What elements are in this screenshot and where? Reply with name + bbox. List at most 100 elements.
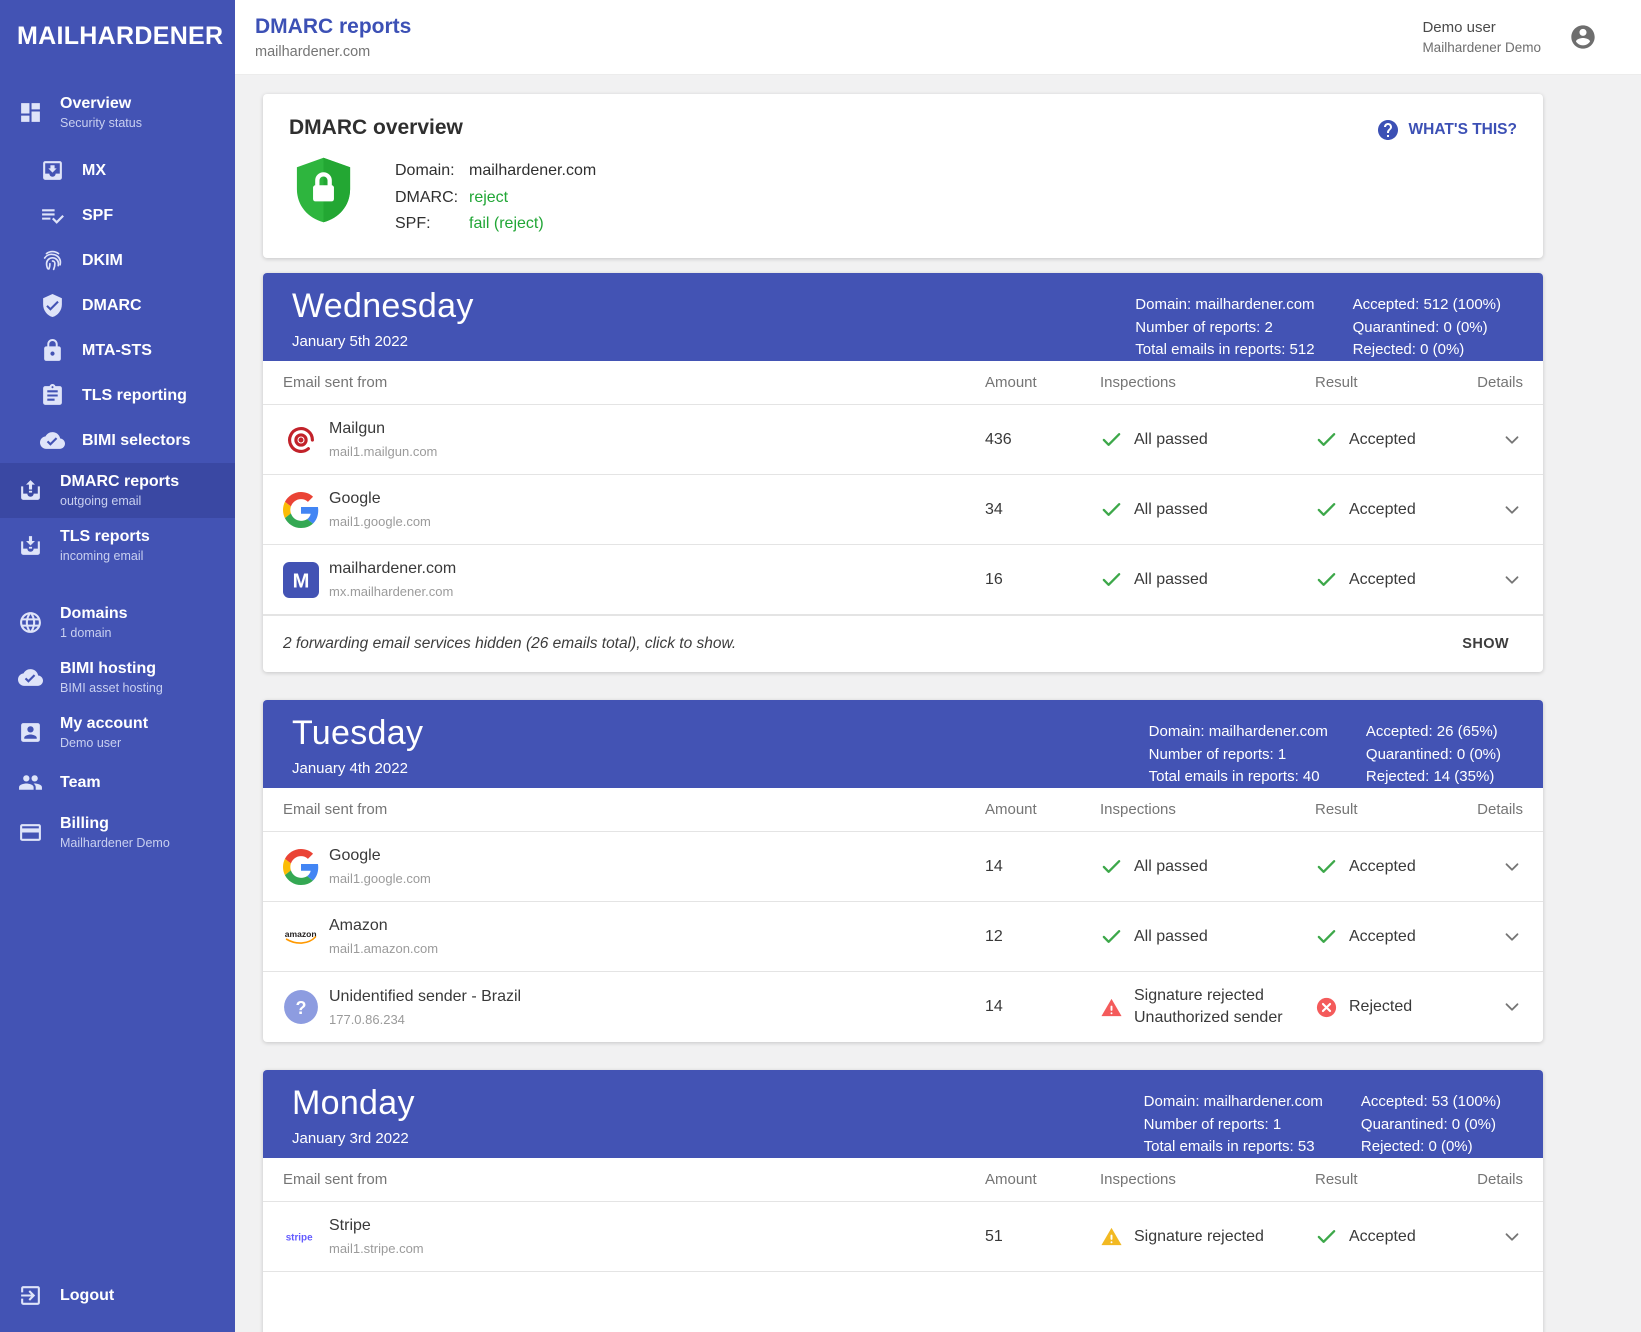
svg-text:amazon: amazon — [285, 929, 317, 939]
chevron-down-icon[interactable] — [1501, 996, 1523, 1018]
sidebar-item-tls-reports[interactable]: TLS reportsincoming email — [0, 518, 235, 573]
sidebar-item-overview[interactable]: OverviewSecurity status — [0, 85, 235, 140]
check-green-icon — [1315, 1225, 1338, 1248]
column-header-inspections: Inspections — [1100, 801, 1315, 818]
sidebar-item-label: TLS reports — [60, 528, 150, 546]
hidden-services-row[interactable]: 2 forwarding email services hidden (26 e… — [263, 615, 1543, 672]
sender-name: Stripe — [329, 1217, 424, 1235]
sidebar-item-labels: MTA-STS — [82, 342, 152, 360]
sidebar-item-team[interactable]: Team — [0, 760, 235, 805]
chevron-down-icon[interactable] — [1501, 926, 1523, 948]
inspection-line: All passed — [1134, 926, 1208, 948]
svg-text:?: ? — [296, 998, 307, 1018]
sender-text: Googlemail1.google.com — [329, 490, 431, 529]
sidebar-item-sublabel: Demo user — [60, 736, 148, 750]
inspections-cell: All passed — [1100, 498, 1315, 521]
day-date: January 5th 2022 — [292, 333, 474, 350]
sender-domain: mail1.stripe.com — [329, 1241, 424, 1256]
inspection-line: Signature rejected — [1134, 985, 1283, 1007]
sidebar-item-labels: BIMI hostingBIMI asset hosting — [60, 660, 163, 695]
inspection-text: All passed — [1134, 499, 1208, 521]
inspection-text: All passed — [1134, 926, 1208, 948]
check-green-icon — [1315, 855, 1338, 878]
inbox-arrow-icon — [40, 158, 65, 183]
day-result-quarantined: Quarantined: 0 (0%) — [1361, 1114, 1501, 1137]
sidebar-item-spf[interactable]: SPF — [0, 193, 235, 238]
sidebar-item-label: My account — [60, 715, 148, 733]
inspection-text: All passed — [1134, 569, 1208, 591]
day-stat-reports: Number of reports: 2 — [1135, 317, 1314, 340]
inspections-cell: All passed — [1100, 925, 1315, 948]
day-name: Monday — [292, 1084, 415, 1123]
chevron-down-icon[interactable] — [1501, 1226, 1523, 1248]
details-cell — [1475, 429, 1523, 451]
day-stat-reports: Number of reports: 1 — [1149, 744, 1328, 767]
result-cell: Accepted — [1315, 568, 1475, 591]
sidebar-item-mx[interactable]: MX — [0, 148, 235, 193]
chevron-down-icon[interactable] — [1501, 569, 1523, 591]
avatar-icon[interactable] — [1569, 23, 1597, 51]
sidebar-item-label: MX — [82, 162, 106, 180]
details-cell — [1475, 499, 1523, 521]
team-icon — [18, 770, 43, 795]
show-button[interactable]: SHOW — [1462, 636, 1509, 652]
sidebar-item-sublabel: Mailhardener Demo — [60, 836, 170, 850]
day-card-monday: MondayJanuary 3rd 2022 Domain: mailharden… — [263, 1070, 1543, 1332]
logout-icon — [18, 1283, 43, 1308]
sidebar-item-tls-reporting[interactable]: TLS reporting — [0, 373, 235, 418]
chevron-down-icon[interactable] — [1501, 856, 1523, 878]
sidebar-item-my-account[interactable]: My account Demo user — [0, 705, 235, 760]
amount-value: 14 — [985, 858, 1100, 876]
whats-this-link[interactable]: WHAT'S THIS? — [1376, 118, 1517, 142]
sidebar-item-domains[interactable]: Domains1 domain — [0, 595, 235, 650]
day-stat-domain: Domain: mailhardener.com — [1144, 1091, 1323, 1114]
sidebar-item-label: Overview — [60, 95, 142, 113]
sidebar-item-dmarc[interactable]: DMARC — [0, 283, 235, 328]
day-stats: Domain: mailhardener.comNumber of report… — [1144, 1084, 1501, 1158]
overview-field-row: SPF:fail (reject) — [395, 211, 596, 238]
sender-cell: amazon Amazonmail1.amazon.com — [283, 917, 985, 956]
day-stat-total: Total emails in reports: 53 — [1144, 1136, 1323, 1159]
day-card-wednesday: WednesdayJanuary 5th 2022Domain: mailhar… — [263, 273, 1543, 672]
day-stat-domain: Domain: mailhardener.com — [1149, 721, 1328, 744]
day-date: January 4th 2022 — [292, 760, 423, 777]
sender-text: Amazonmail1.amazon.com — [329, 917, 438, 956]
sidebar-item-dkim[interactable]: DKIM — [0, 238, 235, 283]
sender-domain: mail1.mailgun.com — [329, 444, 437, 459]
table-header-row: Email sent fromAmountInspectionsResultDe… — [263, 1158, 1543, 1202]
details-cell — [1475, 569, 1523, 591]
sender-name: Unidentified sender - Brazil — [329, 988, 521, 1006]
table-row: amazonAmazonmail1.amazon.com12All passed… — [263, 902, 1543, 972]
result-text: Accepted — [1349, 858, 1416, 876]
day-stats: Domain: mailhardener.comNumber of report… — [1135, 287, 1501, 361]
sender-domain: mx.mailhardener.com — [329, 584, 456, 599]
sidebar-item-labels: DKIM — [82, 252, 123, 270]
details-cell — [1475, 1226, 1523, 1248]
chevron-down-icon[interactable] — [1501, 499, 1523, 521]
overview-field-row: Domain:mailhardener.com — [395, 158, 596, 185]
logout-label: Logout — [60, 1287, 114, 1305]
sender-domain: mail1.amazon.com — [329, 941, 438, 956]
sidebar-item-logout[interactable]: Logout — [0, 1273, 235, 1318]
page-heading: DMARC reports mailhardener.com — [255, 15, 411, 60]
column-header-details: Details — [1475, 1171, 1523, 1188]
sender-domain: mail1.google.com — [329, 871, 431, 886]
user-org: Mailhardener Demo — [1422, 40, 1541, 55]
column-header-result: Result — [1315, 801, 1475, 818]
result-cell: Accepted — [1315, 498, 1475, 521]
day-stat-total: Total emails in reports: 40 — [1149, 766, 1328, 789]
sidebar-item-bimi-hosting[interactable]: BIMI hostingBIMI asset hosting — [0, 650, 235, 705]
check-green-icon — [1100, 498, 1123, 521]
details-cell — [1475, 926, 1523, 948]
sidebar-item-label: Billing — [60, 815, 170, 833]
sidebar-nav: OverviewSecurity status MX SPF DKIM DMARC MTA… — [0, 85, 235, 860]
user-menu[interactable]: Demo user Mailhardener Demo — [1422, 19, 1597, 55]
sidebar-item-mta-sts[interactable]: MTA-STS — [0, 328, 235, 373]
sidebar-item-dmarc-reports[interactable]: DMARC reportsoutgoing email — [0, 463, 235, 518]
sidebar-item-billing[interactable]: Billing Mailhardener Demo — [0, 805, 235, 860]
sender-domain: mail1.google.com — [329, 514, 431, 529]
day-results-column: Accepted: 53 (100%)Quarantined: 0 (0%)Re… — [1361, 1091, 1501, 1158]
sidebar-item-bimi-selectors[interactable]: BIMI selectors — [0, 418, 235, 463]
chevron-down-icon[interactable] — [1501, 429, 1523, 451]
day-title-block: MondayJanuary 3rd 2022 — [292, 1084, 415, 1158]
